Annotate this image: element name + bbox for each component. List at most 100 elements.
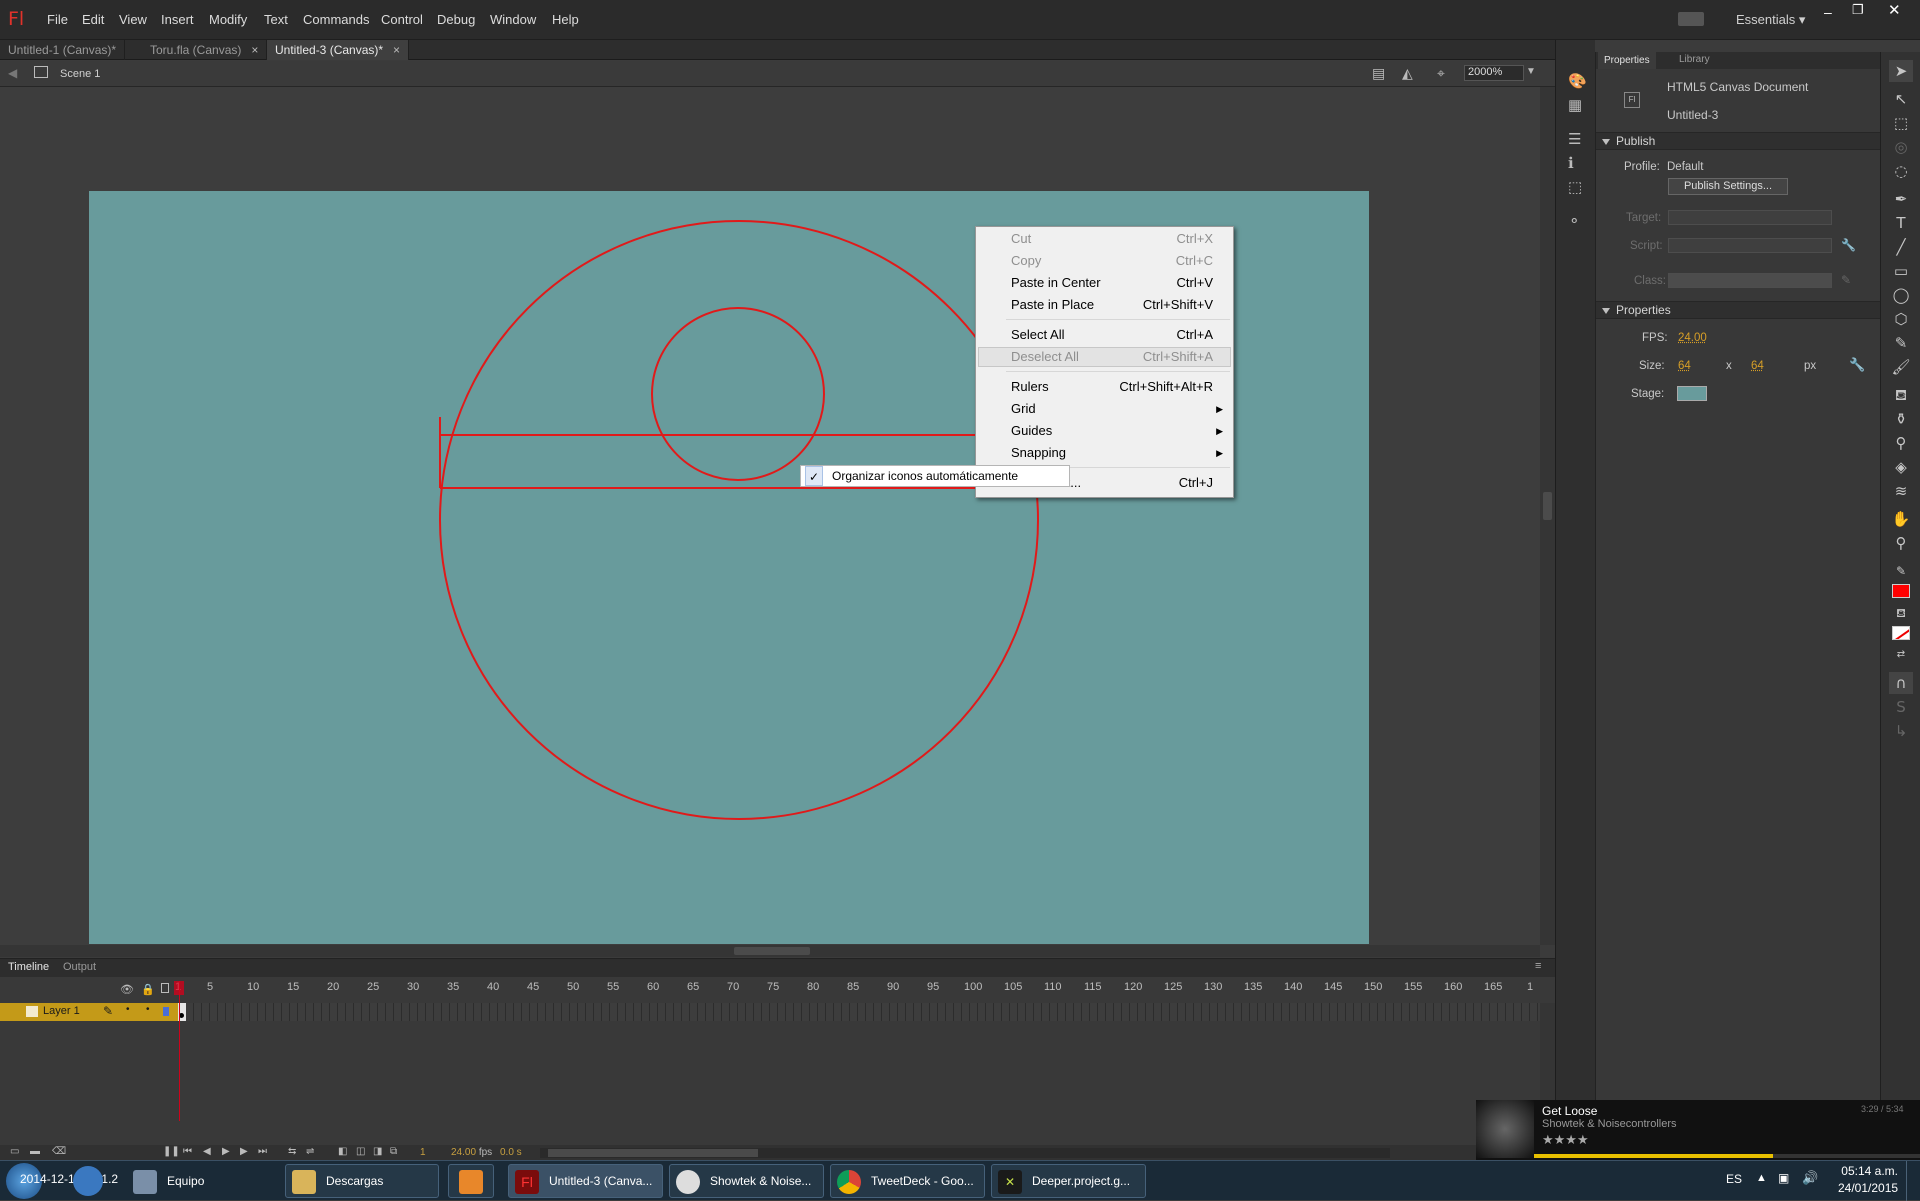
fps-field[interactable]: 24.00 bbox=[1678, 332, 1707, 344]
menu-select-all[interactable]: Select All Ctrl+A bbox=[1011, 325, 1213, 345]
size-wrench-icon[interactable]: 🔧 bbox=[1849, 357, 1865, 373]
zoom-dropdown-icon[interactable]: ▼ bbox=[1526, 66, 1536, 77]
smooth-icon[interactable]: S bbox=[1889, 696, 1913, 718]
components-icon[interactable]: ⚬ bbox=[1568, 212, 1581, 230]
edit-scene-icon[interactable]: ▤ bbox=[1372, 65, 1385, 82]
first-frame-icon[interactable]: ⏮ bbox=[183, 1146, 192, 1157]
tray-expand-icon[interactable]: ▲ bbox=[1756, 1172, 1767, 1184]
menu-insert[interactable]: Insert bbox=[161, 12, 194, 27]
tab-output[interactable]: Output bbox=[63, 961, 96, 973]
now-playing-widget[interactable]: Get Loose Showtek & Noisecontrollers ★★★… bbox=[1476, 1100, 1920, 1160]
onion-outline-icon[interactable]: ◫ bbox=[356, 1146, 365, 1157]
menu-copy[interactable]: Copy Ctrl+C bbox=[1011, 251, 1213, 271]
zoom-field[interactable]: 2000% bbox=[1464, 65, 1524, 81]
script-dropdown[interactable] bbox=[1668, 238, 1832, 253]
oval-tool-icon[interactable]: ◯ bbox=[1889, 284, 1913, 306]
current-frame[interactable]: 1 bbox=[420, 1147, 426, 1158]
new-folder-icon[interactable]: ▬ bbox=[30, 1146, 40, 1157]
menu-guides[interactable]: Guides ▶ bbox=[1011, 421, 1223, 441]
edit-symbol-icon[interactable]: ◭ bbox=[1402, 65, 1413, 82]
menu-grid[interactable]: Grid ▶ bbox=[1011, 399, 1223, 419]
layer-color-swatch[interactable] bbox=[163, 1007, 169, 1016]
panel-menu-icon[interactable]: ≡ bbox=[1535, 960, 1541, 972]
loop-icon[interactable]: ⇆ bbox=[288, 1146, 296, 1157]
zoom-tool-icon[interactable]: ⚲ bbox=[1889, 532, 1913, 554]
vertical-scroll-thumb[interactable] bbox=[1543, 492, 1552, 520]
eye-icon[interactable]: 👁 bbox=[120, 983, 134, 996]
auto-arrange-menu-item[interactable]: ✓ Organizar iconos automáticamente bbox=[800, 465, 1070, 487]
polystar-tool-icon[interactable]: ⬡ bbox=[1889, 308, 1913, 330]
center-stage-icon[interactable]: ⌖ bbox=[1437, 65, 1445, 82]
frame-rate[interactable]: 24.00 fps bbox=[451, 1147, 492, 1158]
clock-date[interactable]: 24/01/2015 bbox=[1838, 1181, 1898, 1195]
text-tool-icon[interactable]: T bbox=[1889, 212, 1913, 234]
delete-layer-icon[interactable]: ⌫ bbox=[52, 1146, 66, 1157]
eraser-tool-icon[interactable]: ◈ bbox=[1889, 456, 1913, 478]
brush-tool-icon[interactable]: 🖌 bbox=[1889, 356, 1913, 378]
horizontal-scrollbar[interactable] bbox=[0, 945, 1540, 957]
taskbar-equipo[interactable]: Equipo bbox=[126, 1164, 282, 1198]
playhead[interactable] bbox=[179, 981, 180, 1121]
ink-bottle-tool-icon[interactable]: ⚱ bbox=[1889, 408, 1913, 430]
volume-icon[interactable]: 🔊 bbox=[1802, 1170, 1818, 1186]
transform-icon[interactable]: ⬚ bbox=[1568, 178, 1582, 196]
track-rating[interactable]: ★★★★ bbox=[1542, 1132, 1589, 1148]
paint-bucket-tool-icon[interactable]: ⛾ bbox=[1889, 384, 1913, 406]
taskbar-media[interactable] bbox=[448, 1164, 494, 1198]
workspace-switcher[interactable]: Essentials ▾ bbox=[1736, 12, 1805, 28]
menu-paste-in-center[interactable]: Paste in Center Ctrl+V bbox=[1011, 273, 1213, 293]
outline-icon[interactable] bbox=[161, 983, 169, 993]
frame-strip[interactable] bbox=[178, 1003, 1540, 1021]
minimize-button[interactable]: – bbox=[1824, 4, 1832, 20]
menu-paste-in-place[interactable]: Paste in Place Ctrl+Shift+V bbox=[1011, 295, 1213, 315]
tab-untitled-1[interactable]: Untitled-1 (Canvas)* bbox=[0, 40, 126, 60]
hand-tool-icon[interactable]: ✋ bbox=[1889, 508, 1913, 530]
small-circle-shape[interactable] bbox=[651, 307, 825, 481]
close-window-button[interactable]: ✕ bbox=[1888, 1, 1901, 19]
last-frame-icon[interactable]: ⏭ bbox=[258, 1146, 267, 1157]
tab-toru[interactable]: Toru.fla (Canvas) × bbox=[142, 40, 268, 60]
menu-view[interactable]: View bbox=[119, 12, 147, 27]
network-icon[interactable]: ▣ bbox=[1778, 1171, 1789, 1185]
menu-modify[interactable]: Modify bbox=[209, 12, 247, 27]
width-tool-icon[interactable]: ≋ bbox=[1889, 480, 1913, 502]
timeline-hscroll-thumb[interactable] bbox=[548, 1149, 758, 1157]
back-arrow-icon[interactable]: ◀ bbox=[8, 66, 17, 80]
taskbar-animate[interactable]: Fl Untitled-3 (Canva... bbox=[508, 1164, 663, 1198]
fill-color-icon[interactable]: ⛾ bbox=[1889, 602, 1913, 624]
target-dropdown[interactable] bbox=[1668, 210, 1832, 225]
menu-edit[interactable]: Edit bbox=[82, 12, 104, 27]
edit-multiple-icon[interactable]: ◨ bbox=[373, 1146, 382, 1157]
pause-icon[interactable]: ❚❚ bbox=[163, 1146, 180, 1157]
tab-timeline[interactable]: Timeline bbox=[8, 961, 49, 973]
align-icon[interactable]: ☰ bbox=[1568, 130, 1581, 148]
modify-markers-icon[interactable]: ⧉ bbox=[390, 1146, 397, 1157]
menu-rulers[interactable]: Rulers Ctrl+Shift+Alt+R bbox=[1011, 377, 1213, 397]
lock-icon[interactable]: 🔒 bbox=[141, 983, 155, 996]
menu-debug[interactable]: Debug bbox=[437, 12, 475, 27]
language-indicator[interactable]: ES bbox=[1726, 1172, 1742, 1186]
layer-visible-dot[interactable]: • bbox=[126, 1004, 130, 1015]
new-layer-icon[interactable]: ▭ bbox=[10, 1146, 19, 1157]
center-frame-icon[interactable]: ⇌ bbox=[306, 1146, 314, 1157]
play-icon[interactable]: ▶ bbox=[222, 1146, 230, 1157]
publish-section-header[interactable]: Publish bbox=[1596, 132, 1881, 150]
playhead-marker[interactable] bbox=[174, 981, 184, 995]
prev-frame-icon[interactable]: ◀ bbox=[203, 1146, 211, 1157]
menu-cut[interactable]: Cut Ctrl+X bbox=[1011, 229, 1213, 249]
selection-tool-icon[interactable]: ➤ bbox=[1889, 60, 1913, 82]
ie-icon[interactable] bbox=[73, 1166, 103, 1196]
class-pencil-icon[interactable]: ✎ bbox=[1841, 273, 1851, 287]
info-icon[interactable]: ℹ bbox=[1568, 154, 1574, 172]
taskbar-descargas[interactable]: Descargas bbox=[285, 1164, 439, 1198]
taskbar-deeper[interactable]: ✕ Deeper.project.g... bbox=[991, 1164, 1146, 1198]
show-desktop-button[interactable] bbox=[1906, 1161, 1920, 1201]
line-tool-icon[interactable]: ╱ bbox=[1889, 236, 1913, 258]
tab-properties[interactable]: Properties bbox=[1598, 52, 1656, 69]
eyedropper-tool-icon[interactable]: ⚲ bbox=[1889, 432, 1913, 454]
clock-time[interactable]: 05:14 a.m. bbox=[1838, 1164, 1898, 1178]
frame-ruler[interactable]: 1510152025303540455055606570758085909510… bbox=[175, 981, 1538, 997]
swatches-icon[interactable]: ▦ bbox=[1568, 96, 1582, 114]
class-field[interactable] bbox=[1668, 273, 1832, 288]
script-wrench-icon[interactable]: 🔧 bbox=[1841, 238, 1856, 252]
